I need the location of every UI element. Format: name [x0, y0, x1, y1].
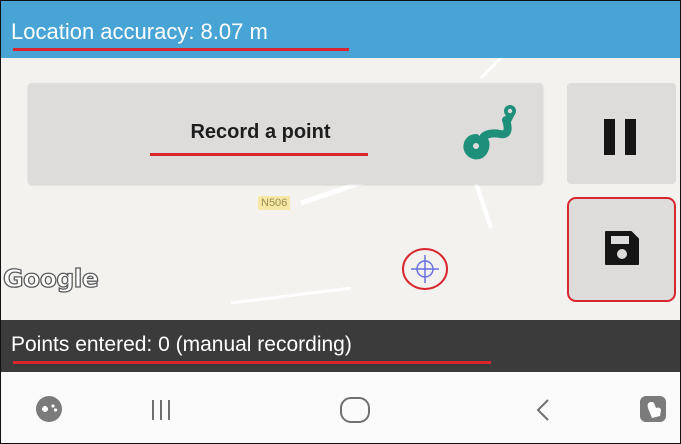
pause-button[interactable]	[567, 83, 676, 184]
back-icon[interactable]	[534, 398, 554, 422]
annotation-underline	[13, 48, 349, 51]
annotation-underline	[150, 153, 368, 156]
home-icon[interactable]	[339, 396, 371, 424]
location-accuracy-text: Location accuracy: 8.07 m	[11, 19, 268, 44]
save-button[interactable]	[567, 197, 676, 302]
game-launcher-icon[interactable]	[34, 394, 64, 424]
record-point-button[interactable]: Record a point	[28, 83, 543, 184]
annotation-underline	[13, 361, 491, 364]
system-navigation-bar	[1, 372, 680, 443]
record-point-label: Record a point	[190, 121, 331, 143]
floppy-disk-save-icon	[605, 231, 639, 265]
crosshair-target-icon	[402, 248, 448, 290]
recent-apps-icon[interactable]	[149, 398, 173, 422]
road-label: N506	[258, 196, 291, 210]
location-accuracy-bar: Location accuracy: 8.07 m	[1, 1, 680, 58]
google-logo: Google	[2, 263, 99, 293]
app-screen: Location accuracy: 8.07 m N506 Google Re…	[0, 0, 681, 444]
assistant-touch-icon[interactable]	[638, 394, 670, 426]
route-pin-icon	[463, 105, 516, 160]
points-entered-bar: Points entered: 0 (manual recording)	[1, 320, 680, 372]
points-entered-text: Points entered: 0 (manual recording)	[11, 333, 352, 356]
